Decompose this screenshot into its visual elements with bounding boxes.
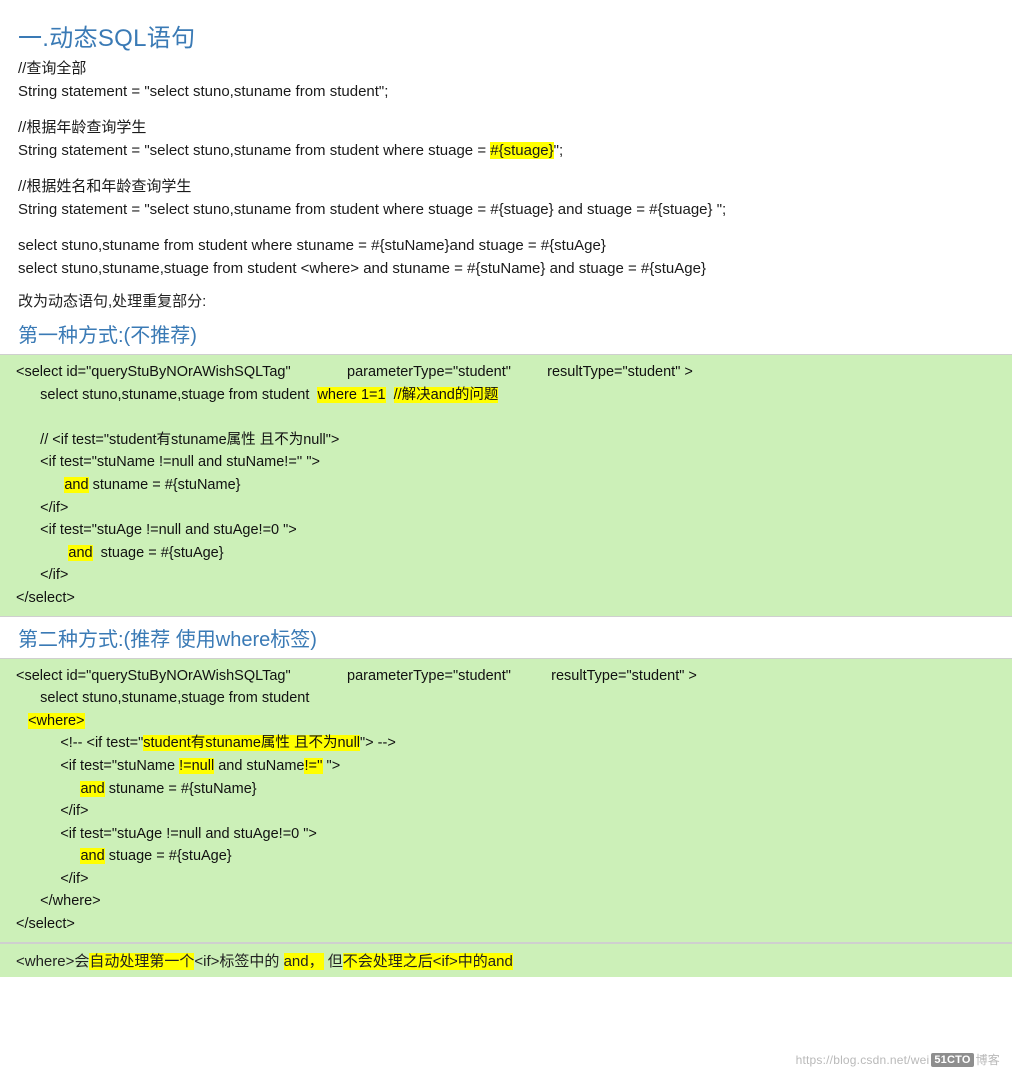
code-line: </where> (0, 890, 1012, 913)
code-line: select stuno,stuname,stuage from student (0, 687, 1012, 710)
code-span: "> (322, 757, 341, 774)
code-line: <if test="stuAge !=null and stuAge!=0 "> (0, 519, 1012, 542)
highlight-span: where 1=1 (317, 386, 386, 403)
code-span: "> --> (360, 735, 396, 752)
code-span (16, 848, 80, 864)
code-span: <if test="stuAge !=null and stuAge!=0 "> (16, 825, 317, 842)
comment-line-3: //根据姓名和年龄查询学生 (18, 178, 192, 195)
code-block-2: <select id="queryStuByNOrAWishSQLTag" pa… (0, 657, 1012, 943)
code-line: <select id="queryStuByNOrAWishSQLTag" pa… (0, 361, 1012, 384)
footer-span: <if>标签中的 (194, 952, 284, 970)
code-span: </where> (16, 893, 101, 910)
highlight-span: and (68, 544, 93, 561)
code-span: <if test="stuAge !=null and stuAge!=0 "> (16, 522, 297, 539)
highlight-span: student有stuname属性 且不为null (143, 735, 361, 752)
highlight-span: 自动处理第一个 (89, 952, 195, 970)
section-2-heading: 第二种方式:(推荐 使用where标签) (18, 628, 317, 651)
code-line: </if> (0, 800, 1012, 823)
code-line: and stuage = #{stuAge} (0, 542, 1012, 565)
code-span: </if> (16, 499, 69, 516)
code-line: </if> (0, 497, 1012, 520)
code-span: <select id="queryStuByNOrAWishSQLTag" pa… (16, 364, 693, 380)
code-line: </select> (0, 587, 1012, 610)
code-line: <if test="stuName !=null and stuName!=''… (0, 755, 1012, 778)
code-span (16, 713, 28, 729)
code-span: </if> (16, 803, 89, 820)
code-span (16, 781, 80, 797)
code-span: </if> (16, 567, 69, 584)
code-line: and stuname = #{stuName} (0, 778, 1012, 801)
code-span: stuage = #{stuAge} (104, 848, 232, 865)
highlight-span: !='' (304, 757, 323, 774)
code-line-1: String statement = "select stuno,stuname… (18, 83, 389, 100)
code-line: select stuno,stuname,stuage from student… (0, 384, 1012, 407)
code-line: <if test="stuName !=null and stuName!=''… (0, 451, 1012, 474)
code-span: <if test="stuName !=null and stuName!=''… (16, 454, 320, 471)
code-span: // <if test="student有stuname属性 且不为null"> (16, 431, 340, 448)
code-span (16, 545, 68, 561)
code-line-2-prefix: String statement = "select stuno,stuname… (18, 142, 491, 159)
watermark: https://blog.csdn.net/wei 51CTO 博客 (796, 1051, 1000, 1068)
code-line: </select> (0, 913, 1012, 936)
watermark-suffix: 博客 (975, 1053, 1000, 1067)
code-line: <if test="stuAge !=null and stuAge!=0 "> (0, 823, 1012, 846)
code-line: <!-- <if test="student有stuname属性 且不为null… (0, 732, 1012, 755)
highlight-span: and， (283, 952, 324, 970)
code-line-3: String statement = "select stuno,stuname… (18, 201, 727, 218)
code-line-5: select stuno,stuname,stuage from student… (18, 260, 706, 277)
intro-block: //查询全部 String statement = "select stuno,… (0, 57, 1012, 280)
code-line: and stuname = #{stuName} (0, 474, 1012, 497)
code-span: and stuName (214, 757, 305, 774)
code-span: </if> (16, 870, 89, 887)
watermark-url: https://blog.csdn.net/wei (795, 1053, 930, 1067)
document-page: 一.动态SQL语句 //查询全部 String statement = "sel… (0, 0, 1012, 1074)
highlight-span: <where> (28, 712, 85, 729)
code-line: <where> (0, 710, 1012, 733)
code-line: </if> (0, 564, 1012, 587)
code-span: stuage = #{stuAge} (92, 544, 224, 561)
footer-note: <where>会自动处理第一个<if>标签中的 and， 但不会处理之后<if>… (0, 942, 1012, 977)
code-span: </select> (16, 916, 75, 933)
footer-span: <where>会 (16, 952, 90, 970)
code-span: <select id="queryStuByNOrAWishSQLTag" pa… (16, 667, 697, 684)
highlight-span: and (80, 780, 105, 797)
highlight-span: //解决and的问题 (393, 386, 499, 403)
highlight-span: and (64, 476, 89, 493)
code-span: <if test="stuName (16, 757, 180, 774)
code-span: </select> (16, 589, 75, 606)
highlight-span: !=null (179, 757, 215, 774)
highlight-span: and (80, 848, 105, 865)
transition-text: 改为动态语句,处理重复部分: (18, 293, 207, 310)
code-line: // <if test="student有stuname属性 且不为null"> (0, 429, 1012, 452)
page-title: 一.动态SQL语句 (18, 25, 196, 52)
code-line-2-suffix: "; (553, 142, 564, 159)
footer-span: 但 (323, 952, 343, 970)
code-line: </if> (0, 868, 1012, 891)
code-line-4: select stuno,stuname from student where … (18, 237, 606, 254)
section-1-heading: 第一种方式:(不推荐) (18, 325, 197, 347)
comment-line-2: //根据年龄查询学生 (18, 119, 147, 136)
code-span (386, 387, 394, 403)
code-line-2: String statement = "select stuno,stuname… (18, 139, 1012, 162)
code-line-2-highlight: #{stuage} (490, 142, 554, 159)
watermark-logo: 51CTO (931, 1053, 974, 1067)
highlight-span: 不会处理之后<if>中的and (342, 952, 513, 970)
code-span: <!-- <if test=" (16, 735, 144, 752)
code-span: select stuno,stuname,stuage from student (16, 690, 310, 707)
code-span: stuname = #{stuName} (88, 476, 241, 493)
code-line: and stuage = #{stuAge} (0, 845, 1012, 868)
code-span: select stuno,stuname,stuage from student (16, 386, 318, 403)
code-span: stuname = #{stuName} (104, 780, 257, 797)
comment-line-1: //查询全部 (18, 60, 87, 77)
code-span (16, 477, 64, 493)
code-line: <select id="queryStuByNOrAWishSQLTag" pa… (0, 665, 1012, 688)
code-block-1: <select id="queryStuByNOrAWishSQLTag" pa… (0, 354, 1012, 617)
